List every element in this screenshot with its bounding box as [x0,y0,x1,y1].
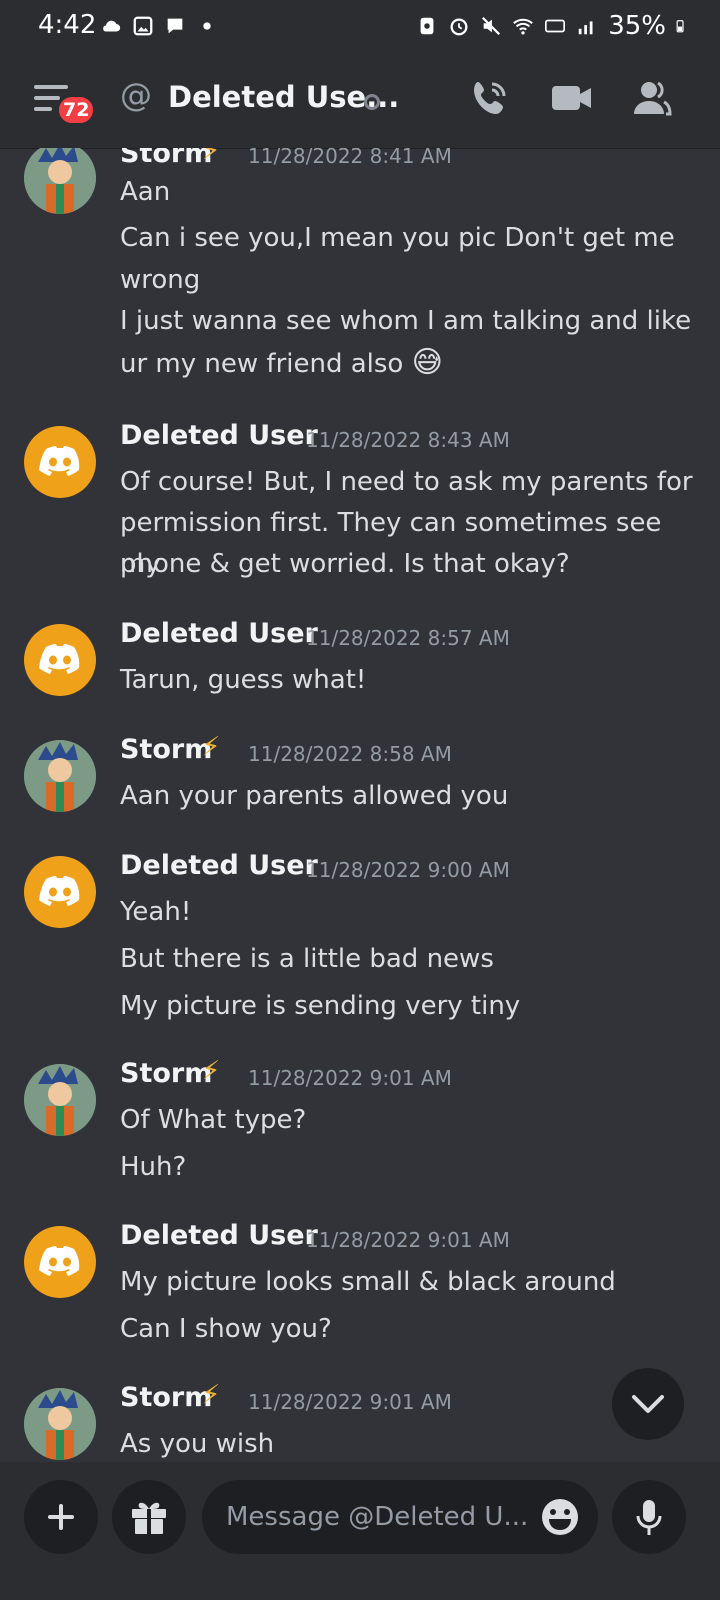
message-text: Can i see you,I mean you pic Don't get m… [120,223,675,253]
message-text: Tarun, guess what! [120,665,367,695]
message-text: But there is a little bad news [120,944,494,974]
offline-status-icon [364,94,380,110]
battery-percent: 35% [608,11,666,41]
battery-icon [676,20,684,33]
voice-message-button[interactable] [612,1480,686,1554]
lightning-emoji: ⚡ [202,1056,221,1086]
signal-icon [578,21,593,35]
message-text: My picture looks small & black around [120,1267,616,1297]
voice-call-icon[interactable] [470,78,510,118]
plus-icon [48,1504,74,1530]
message-text: wrong [120,265,201,295]
video-call-icon[interactable] [552,82,592,114]
status-bar: 4:42 35% [0,0,720,52]
message-input-placeholder: Message @Deleted U... [226,1502,529,1532]
message-text: My picture is sending very tiny [120,991,521,1021]
message-text: Can I show you? [120,1314,332,1344]
alarm-icon [450,18,468,36]
discord-logo-icon [39,446,80,476]
storm-avatar-image [24,1388,96,1460]
avatar-deleted-user[interactable] [24,426,96,498]
lightning-emoji: ⚡ [202,1380,221,1410]
microphone-icon [636,1500,662,1535]
sweat-smile-emoji: 😅 [411,345,443,380]
jump-to-bottom-button[interactable] [612,1368,684,1440]
discord-logo-icon [39,876,80,906]
author-name[interactable]: Storm [120,734,212,765]
author-name[interactable]: Deleted User [120,420,318,451]
dot-icon [203,22,211,30]
avatar-deleted-user[interactable] [24,624,96,696]
avatar-storm[interactable] [24,1388,96,1460]
message-input[interactable]: Message @Deleted U... [202,1480,598,1554]
avatar-storm[interactable] [24,740,96,812]
message-text: As you wish [120,1429,275,1459]
message-timestamp: 11/28/2022 8:57 AM [306,626,510,650]
message-text: Of course! But, I need to ask my parents… [120,467,693,497]
author-name[interactable]: Deleted User [120,618,318,649]
message-text: Huh? [120,1152,187,1182]
message-timestamp: 11/28/2022 9:00 AM [306,858,510,882]
avatar-deleted-user[interactable] [24,1226,96,1298]
author-name[interactable]: Deleted User [120,850,318,881]
lightning-emoji: ⚡ [202,732,221,762]
discord-logo-icon [39,644,80,674]
sync-icon [420,17,434,35]
channel-header: 72 @ Deleted Use... [0,52,720,149]
message-timestamp: 11/28/2022 9:01 AM [306,1228,510,1252]
at-icon: @ [120,76,152,114]
cloud-icon [103,20,121,32]
author-name[interactable]: Deleted User [120,1220,318,1251]
gift-button[interactable] [112,1480,186,1554]
message-timestamp: 11/28/2022 9:01 AM [248,1390,452,1414]
mute-icon [482,16,501,36]
message-timestamp: 11/28/2022 8:58 AM [248,742,452,766]
message-composer: Message @Deleted U... [0,1462,720,1600]
message-text: ur my new friend also 😅 [120,342,700,385]
notification-badge: 72 [56,94,97,126]
image-icon [133,16,153,36]
add-attachment-button[interactable] [24,1480,98,1554]
message-text: Yeah! [120,897,192,927]
storm-avatar-image [24,148,96,214]
emoji-icon[interactable] [540,1497,580,1537]
storm-avatar-image [24,1064,96,1136]
author-name[interactable]: Storm [120,1382,212,1413]
wifi-icon [513,18,534,35]
chat-icon [167,18,183,34]
message-text: Of What type? [120,1105,307,1135]
author-name[interactable]: Storm [120,1058,212,1089]
chevron-down-icon [632,1395,664,1413]
storm-avatar-image [24,740,96,812]
avatar-storm[interactable] [24,148,96,214]
message-timestamp: 11/28/2022 9:01 AM [248,1066,452,1090]
message-text: phone & get worried. Is that okay? [120,549,570,579]
message-text: Aan [120,177,171,207]
lightning-emoji: ⚡ [202,148,221,166]
gift-icon [132,1502,166,1534]
message-text-fragment: ur my new friend also [120,349,404,379]
author-name[interactable]: Storm [120,148,212,169]
avatar-deleted-user[interactable] [24,856,96,928]
discord-logo-icon [39,1246,80,1276]
message-text: Aan your parents allowed you [120,781,509,811]
members-icon[interactable] [632,78,672,118]
message-timestamp: 11/28/2022 8:43 AM [306,428,510,452]
status-time: 4:42 [38,10,97,40]
message-text: I just wanna see whom I am talking and l… [120,306,692,336]
message-list[interactable]: Storm ⚡ 11/28/2022 8:41 AM Aan Can i see… [0,148,720,1460]
avatar-storm[interactable] [24,1064,96,1136]
message-timestamp: 11/28/2022 8:41 AM [248,148,452,168]
lte-icon [545,19,566,33]
